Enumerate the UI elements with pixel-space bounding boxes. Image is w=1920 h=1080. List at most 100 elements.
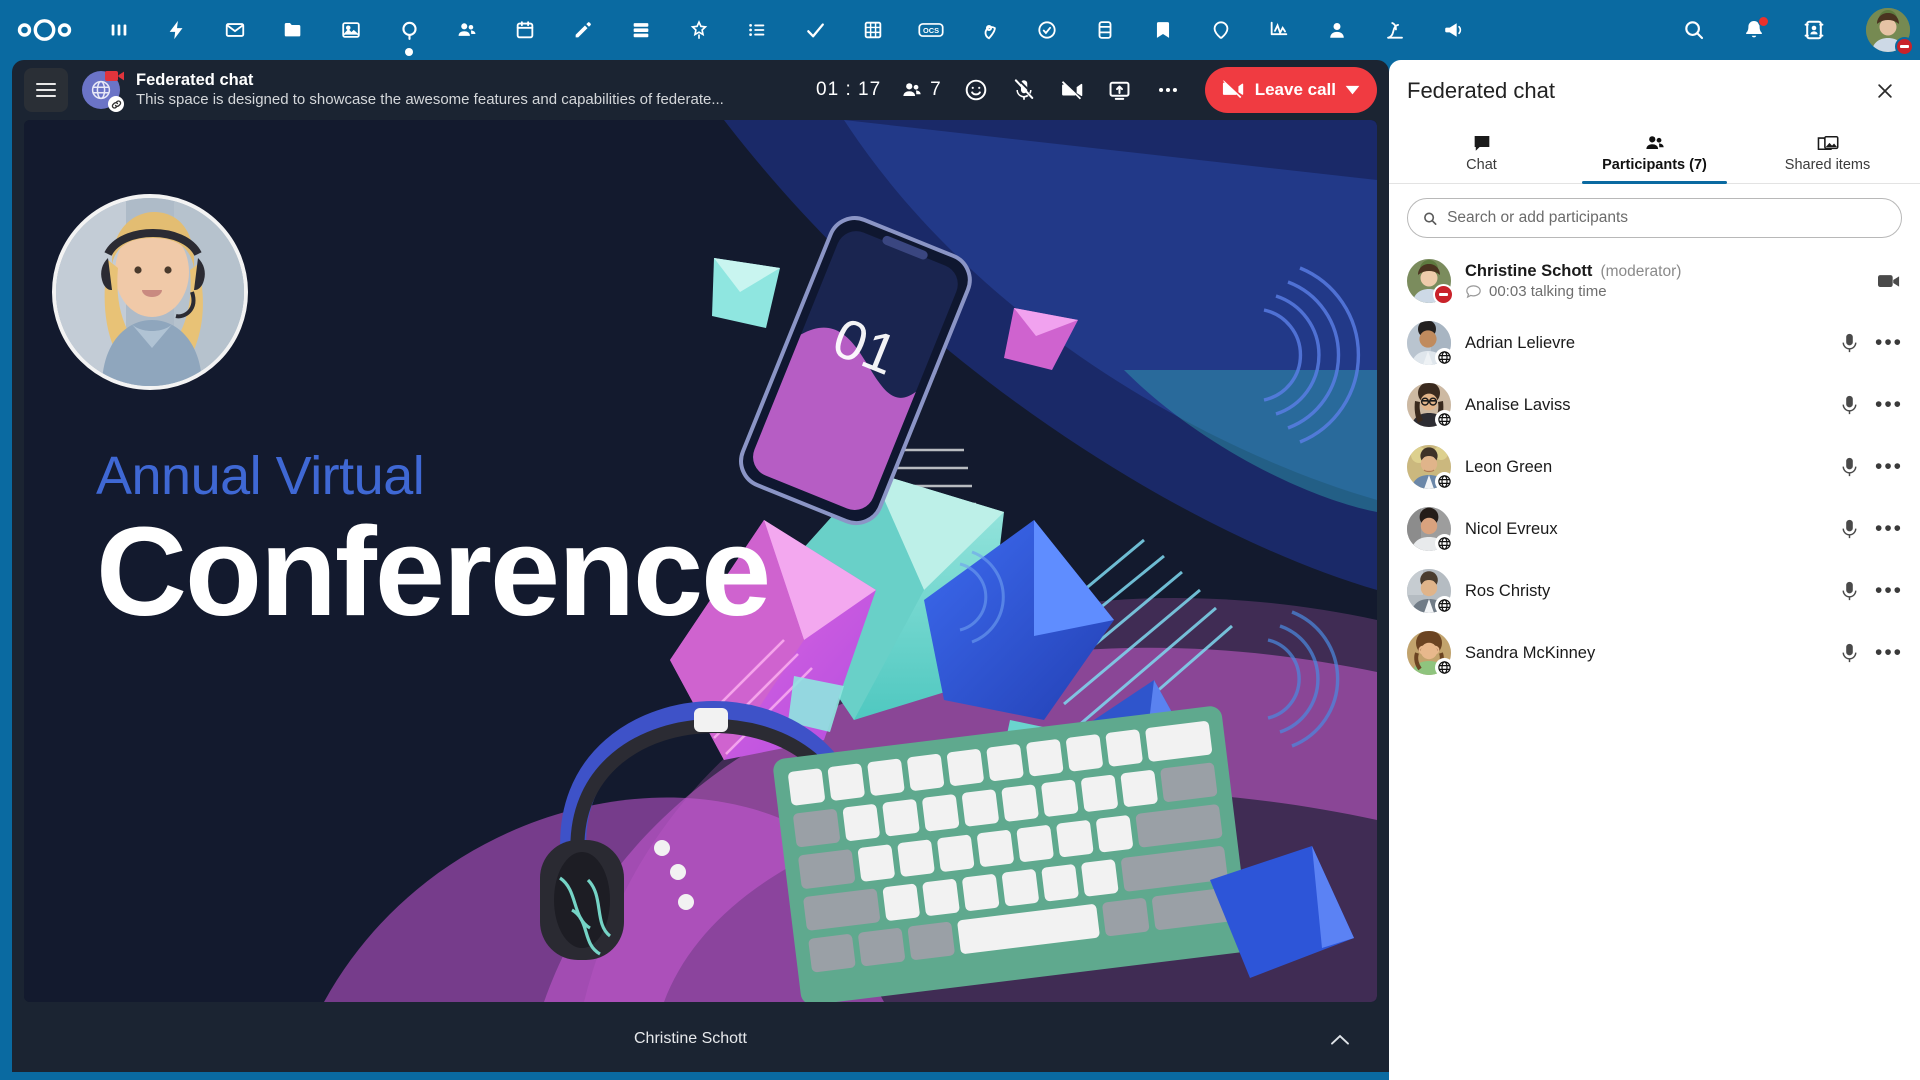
presenter-bar: Christine Schott bbox=[24, 1006, 1377, 1072]
more-actions-icon[interactable]: ••• bbox=[1875, 390, 1902, 420]
analytics-icon[interactable] bbox=[1250, 0, 1308, 60]
conversation-avatar bbox=[82, 69, 125, 112]
participant-row-nicol-evreux[interactable]: Nicol Evreux ••• bbox=[1399, 498, 1910, 560]
contacts-icon[interactable] bbox=[438, 0, 496, 60]
conversation-info: Federated chat This space is designed to… bbox=[136, 70, 724, 110]
federated-badge-icon bbox=[1435, 410, 1454, 429]
video-off-icon bbox=[1222, 80, 1243, 99]
participants-count-button[interactable]: 7 bbox=[897, 79, 951, 101]
participant-info: Sandra McKinney bbox=[1465, 644, 1828, 663]
office-icon[interactable]: OCS bbox=[902, 0, 960, 60]
participant-row-adrian-lelievre[interactable]: Adrian Lelievre ••• bbox=[1399, 312, 1910, 374]
microphone-icon[interactable] bbox=[1836, 514, 1862, 544]
more-actions-icon[interactable]: ••• bbox=[1875, 514, 1902, 544]
activity-icon[interactable] bbox=[148, 0, 206, 60]
smiley-icon bbox=[965, 79, 987, 101]
microphone-icon[interactable] bbox=[1836, 452, 1862, 482]
microphone-icon[interactable] bbox=[1836, 576, 1862, 606]
participant-name: Nicol Evreux bbox=[1465, 519, 1558, 538]
avatar-wrap bbox=[1407, 259, 1454, 305]
reactions-button[interactable] bbox=[953, 67, 999, 113]
microphone-icon[interactable] bbox=[1836, 328, 1862, 358]
participant-actions: ••• bbox=[1836, 452, 1902, 482]
microphone-icon[interactable] bbox=[1836, 638, 1862, 668]
collectives-icon[interactable] bbox=[1192, 0, 1250, 60]
tasks-icon[interactable] bbox=[786, 0, 844, 60]
tab-shared-items-label: Shared items bbox=[1784, 157, 1871, 173]
dashboard-icon[interactable] bbox=[90, 0, 148, 60]
app-menu: OCS bbox=[90, 0, 1664, 60]
federated-badge-icon bbox=[1435, 348, 1454, 367]
participant-role: (moderator) bbox=[1600, 263, 1682, 280]
more-actions-icon[interactable]: ••• bbox=[1875, 638, 1902, 668]
announcements-icon[interactable] bbox=[1424, 0, 1482, 60]
video-off-icon bbox=[1061, 81, 1082, 100]
profile-icon[interactable] bbox=[1308, 0, 1366, 60]
nextcloud-logo[interactable] bbox=[0, 0, 90, 60]
video-call-badge-icon bbox=[105, 69, 125, 83]
close-icon[interactable] bbox=[1864, 70, 1906, 112]
more-actions-icon[interactable]: ••• bbox=[1875, 328, 1902, 358]
more-actions-icon[interactable]: ••• bbox=[1875, 452, 1902, 482]
avatar-wrap bbox=[1407, 321, 1454, 367]
calendar-icon[interactable] bbox=[496, 0, 554, 60]
do-not-disturb-badge bbox=[1895, 37, 1914, 56]
cospend-icon[interactable] bbox=[1018, 0, 1076, 60]
participant-info: Ros Christy bbox=[1465, 582, 1828, 601]
tasks-list-icon[interactable] bbox=[728, 0, 786, 60]
more-actions-button[interactable] bbox=[1145, 67, 1191, 113]
participant-row-sandra-mckinney[interactable]: Sandra McKinney ••• bbox=[1399, 622, 1910, 684]
search-icon[interactable] bbox=[1664, 0, 1724, 60]
mail-icon[interactable] bbox=[206, 0, 264, 60]
forms-icon[interactable] bbox=[1076, 0, 1134, 60]
participant-row-leon-green[interactable]: Leon Green ••• bbox=[1399, 436, 1910, 498]
assistant-icon[interactable] bbox=[670, 0, 728, 60]
sidebar-toggle-button[interactable] bbox=[24, 68, 68, 112]
deck-icon[interactable] bbox=[612, 0, 670, 60]
notes-icon[interactable] bbox=[554, 0, 612, 60]
search-input[interactable] bbox=[1447, 209, 1887, 227]
participant-actions: ••• bbox=[1836, 638, 1902, 668]
tab-chat[interactable]: Chat bbox=[1395, 122, 1568, 183]
notifications-icon[interactable] bbox=[1724, 0, 1784, 60]
files-icon[interactable] bbox=[264, 0, 322, 60]
search-icon bbox=[1424, 212, 1437, 225]
chevron-up-icon[interactable] bbox=[1325, 1024, 1355, 1054]
participant-row-christine-schott[interactable]: Christine Schott (moderator) 00:03 talki… bbox=[1399, 250, 1910, 312]
user-avatar[interactable] bbox=[1856, 0, 1920, 60]
tables-icon[interactable] bbox=[844, 0, 902, 60]
sidebar-header: Federated chat bbox=[1389, 60, 1920, 122]
whiteboard-icon[interactable] bbox=[1366, 0, 1424, 60]
call-container: Federated chat This space is designed to… bbox=[12, 60, 1389, 1072]
share-screen-button[interactable] bbox=[1097, 67, 1143, 113]
participant-name: Christine Schott bbox=[1465, 262, 1593, 280]
camera-button[interactable] bbox=[1049, 67, 1095, 113]
photos-icon[interactable] bbox=[322, 0, 380, 60]
participant-row-ros-christy[interactable]: Ros Christy ••• bbox=[1399, 560, 1910, 622]
self-video-preview[interactable] bbox=[52, 194, 248, 390]
bookmarks-icon[interactable] bbox=[1134, 0, 1192, 60]
maps-icon[interactable] bbox=[960, 0, 1018, 60]
participant-name: Leon Green bbox=[1465, 457, 1553, 476]
participant-name: Analise Laviss bbox=[1465, 395, 1571, 414]
tab-shared-items[interactable]: Shared items bbox=[1741, 122, 1914, 183]
contacts-menu-icon[interactable] bbox=[1784, 0, 1844, 60]
microphone-icon[interactable] bbox=[1836, 390, 1862, 420]
call-topbar: Federated chat This space is designed to… bbox=[12, 60, 1389, 120]
federated-badge-icon bbox=[1435, 534, 1454, 553]
search-box[interactable] bbox=[1407, 198, 1902, 238]
talk-icon[interactable] bbox=[380, 0, 438, 60]
participant-actions: ••• bbox=[1836, 514, 1902, 544]
shared-screen-stage[interactable]: 01 Annual Virtual Conference bbox=[24, 120, 1377, 1002]
participant-actions: ••• bbox=[1836, 576, 1902, 606]
app-navigation-bar: OCS bbox=[0, 0, 1920, 60]
video-icon[interactable] bbox=[1876, 266, 1902, 296]
conversation-title: Federated chat bbox=[136, 71, 254, 89]
leave-call-button[interactable]: Leave call bbox=[1204, 67, 1377, 113]
participant-talking-time: 00:03 talking time bbox=[1489, 283, 1607, 300]
microphone-button[interactable] bbox=[1001, 67, 1047, 113]
participant-actions: ••• bbox=[1836, 390, 1902, 420]
participant-row-analise-laviss[interactable]: Analise Laviss ••• bbox=[1399, 374, 1910, 436]
tab-participants[interactable]: Participants (7) bbox=[1568, 122, 1741, 184]
more-actions-icon[interactable]: ••• bbox=[1875, 576, 1902, 606]
